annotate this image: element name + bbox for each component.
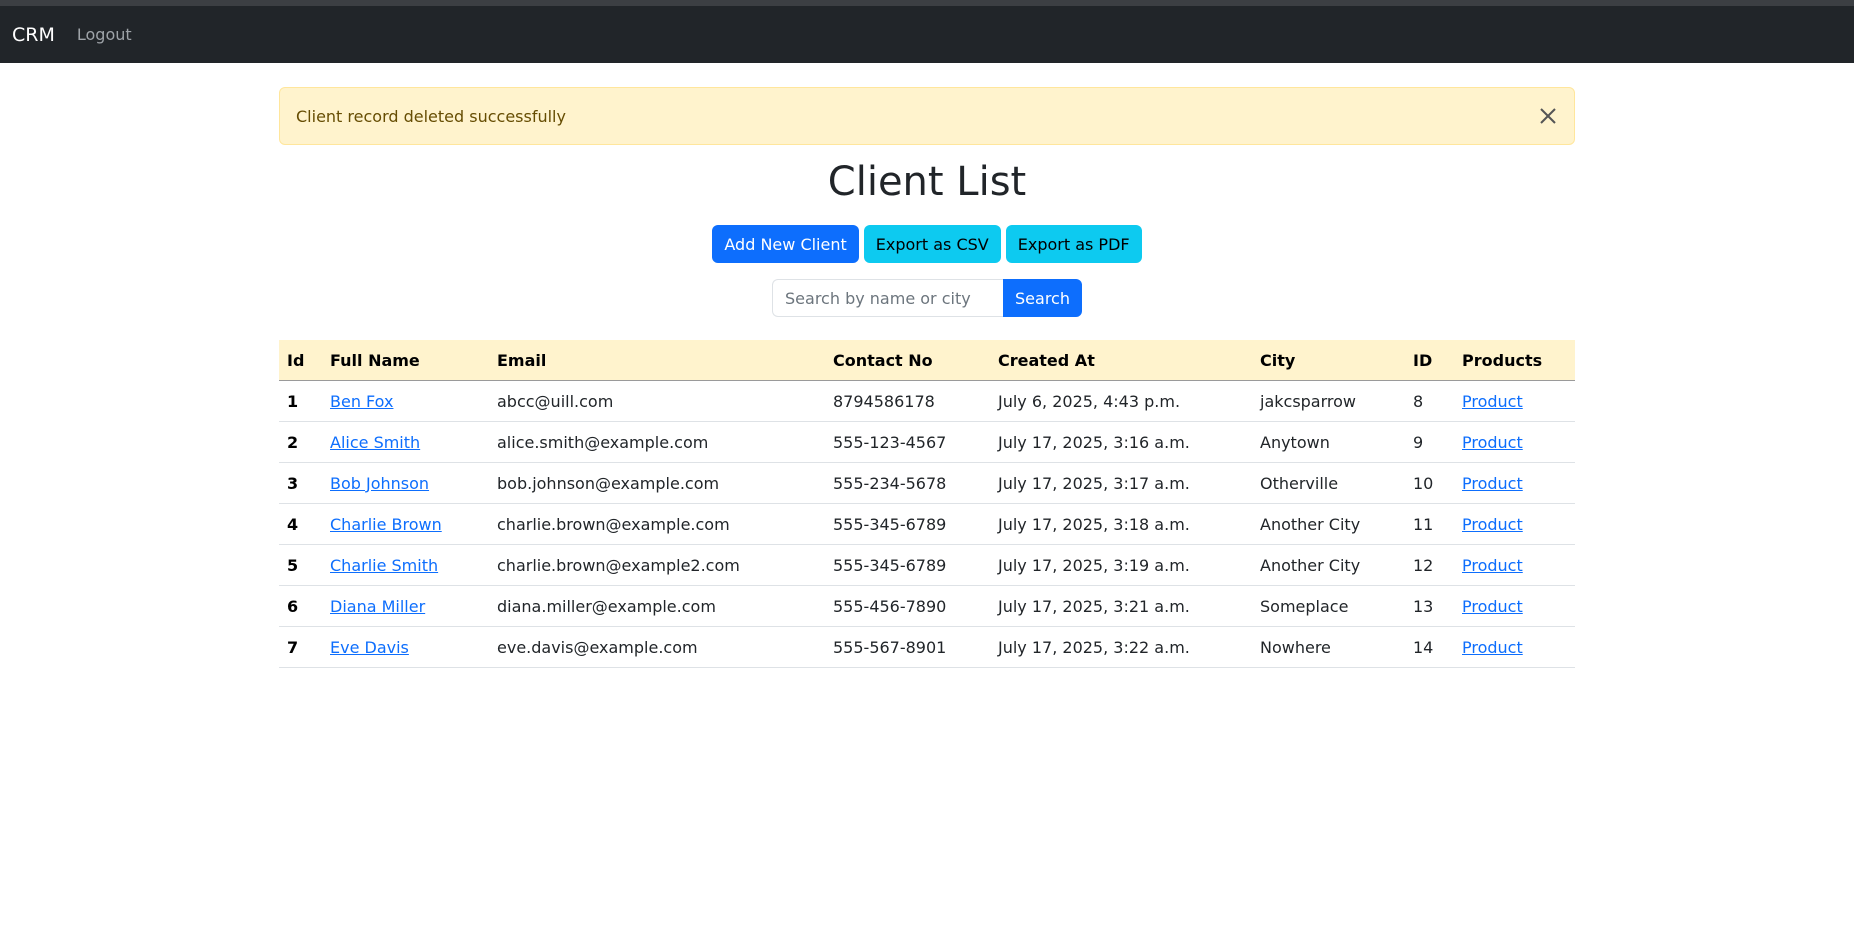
row-id: 5 [279,544,322,586]
row-contact: 555-345-6789 [825,503,990,545]
row-contact: 8794586178 [825,380,990,422]
page-title: Client List [827,159,1027,205]
row-email: charlie.brown@example.com [489,503,825,545]
export-pdf-button[interactable]: Export as PDF [1005,225,1142,263]
table-row: 4 Charlie Brown charlie.brown@example.co… [279,503,1575,545]
header-city: City [1252,340,1405,381]
product-link[interactable]: Product [1462,433,1523,452]
row-contact: 555-234-5678 [825,462,990,504]
row-id: 1 [279,380,322,422]
header-product-id: ID [1405,340,1454,381]
table-row: 7 Eve Davis eve.davis@example.com 555-56… [279,626,1575,668]
row-id: 2 [279,421,322,463]
row-city: Nowhere [1252,626,1405,668]
alert-message: Client record deleted successfully [296,106,566,126]
success-alert: Client record deleted successfully [279,87,1575,145]
row-created-at: July 17, 2025, 3:21 a.m. [990,585,1252,627]
add-client-button[interactable]: Add New Client [712,225,859,263]
header-products: Products [1454,340,1575,381]
main-container: Client record deleted successfully Clien… [279,87,1575,668]
client-name-link[interactable]: Charlie Brown [330,515,442,534]
row-email: charlie.brown@example2.com [489,544,825,586]
row-created-at: July 17, 2025, 3:17 a.m. [990,462,1252,504]
export-csv-button[interactable]: Export as CSV [863,225,1001,263]
client-name-link[interactable]: Eve Davis [330,638,409,657]
row-city: Otherville [1252,462,1405,504]
client-name-link[interactable]: Alice Smith [330,433,420,452]
row-product-id: 12 [1405,544,1454,586]
row-city: Another City [1252,503,1405,545]
row-product-id: 13 [1405,585,1454,627]
table-row: 5 Charlie Smith charlie.brown@example2.c… [279,544,1575,586]
client-name-link[interactable]: Charlie Smith [330,556,438,575]
row-created-at: July 17, 2025, 3:18 a.m. [990,503,1252,545]
table-row: 6 Diana Miller diana.miller@example.com … [279,585,1575,627]
table-row: 3 Bob Johnson bob.johnson@example.com 55… [279,462,1575,504]
product-link[interactable]: Product [1462,556,1523,575]
search-button[interactable]: Search [1003,279,1082,317]
search-input[interactable] [772,279,1004,317]
row-email: diana.miller@example.com [489,585,825,627]
row-id: 3 [279,462,322,504]
product-link[interactable]: Product [1462,474,1523,493]
row-city: Anytown [1252,421,1405,463]
search-form: Search [279,279,1575,317]
row-city: Another City [1252,544,1405,586]
logout-link[interactable]: Logout [77,25,132,44]
row-product-id: 8 [1405,380,1454,422]
row-created-at: July 17, 2025, 3:19 a.m. [990,544,1252,586]
row-created-at: July 17, 2025, 3:22 a.m. [990,626,1252,668]
row-id: 7 [279,626,322,668]
client-name-link[interactable]: Ben Fox [330,392,393,411]
header-full-name: Full Name [322,340,489,381]
row-contact: 555-567-8901 [825,626,990,668]
row-product-id: 9 [1405,421,1454,463]
table-header-row: Id Full Name Email Contact No Created At… [279,340,1575,381]
row-contact: 555-456-7890 [825,585,990,627]
row-city: Someplace [1252,585,1405,627]
row-id: 6 [279,585,322,627]
product-link[interactable]: Product [1462,515,1523,534]
row-created-at: July 6, 2025, 4:43 p.m. [990,380,1252,422]
clients-table: Id Full Name Email Contact No Created At… [279,340,1575,668]
row-product-id: 14 [1405,626,1454,668]
navbar: CRM Logout [0,6,1854,63]
header-email: Email [489,340,825,381]
client-name-link[interactable]: Bob Johnson [330,474,429,493]
row-city: jakcsparrow [1252,380,1405,422]
header-created-at: Created At [990,340,1252,381]
row-id: 4 [279,503,322,545]
table-row: 1 Ben Fox abcc@uill.com 8794586178 July … [279,380,1575,422]
product-link[interactable]: Product [1462,597,1523,616]
row-email: eve.davis@example.com [489,626,825,668]
brand-link[interactable]: CRM [12,24,55,46]
row-email: bob.johnson@example.com [489,462,825,504]
row-email: abcc@uill.com [489,380,825,422]
header-contact-no: Contact No [825,340,990,381]
row-created-at: July 17, 2025, 3:16 a.m. [990,421,1252,463]
header-id: Id [279,340,322,381]
close-icon[interactable] [1536,104,1560,128]
row-email: alice.smith@example.com [489,421,825,463]
row-contact: 555-345-6789 [825,544,990,586]
row-product-id: 11 [1405,503,1454,545]
row-product-id: 10 [1405,462,1454,504]
action-buttons: Add New Client Export as CSV Export as P… [279,225,1575,263]
product-link[interactable]: Product [1462,638,1523,657]
table-row: 2 Alice Smith alice.smith@example.com 55… [279,421,1575,463]
row-contact: 555-123-4567 [825,421,990,463]
client-name-link[interactable]: Diana Miller [330,597,425,616]
product-link[interactable]: Product [1462,392,1523,411]
